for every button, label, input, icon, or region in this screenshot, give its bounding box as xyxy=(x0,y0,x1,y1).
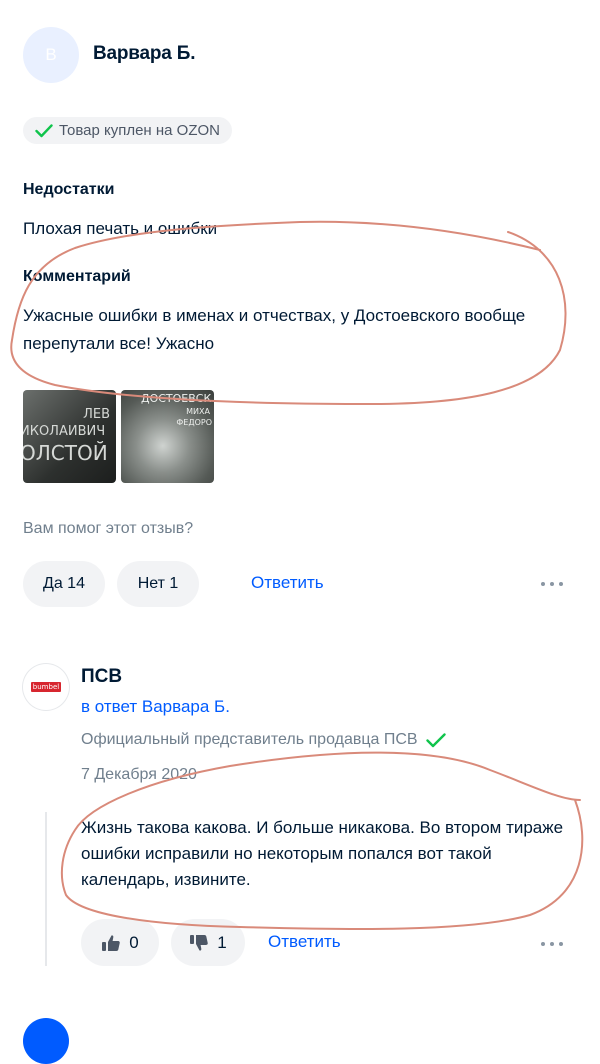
review-photo-1[interactable]: ЛЕВ ИКОЛАИВИЧ ОЛСТОЙ xyxy=(23,390,116,483)
helpful-question: Вам помог этот отзыв? xyxy=(23,520,194,537)
more-options-icon[interactable] xyxy=(541,582,563,586)
comment-text: Ужасные ошибки в именах и отчествах, у Д… xyxy=(23,306,526,353)
seller-name[interactable]: ПСВ xyxy=(81,666,122,688)
helpful-no-label: Нет 1 xyxy=(137,575,179,592)
thread-divider xyxy=(45,812,47,966)
photo-1-text-2: ИКОЛАИВИЧ xyxy=(23,424,106,439)
thumbs-up-icon xyxy=(102,934,121,951)
comment-title: Комментарий xyxy=(23,268,131,285)
badge-label: Товар куплен на OZON xyxy=(59,122,221,139)
reply-text: Жизнь такова какова. И больше никакова. … xyxy=(81,818,564,889)
dislike-count: 1 xyxy=(217,932,227,952)
seller-more-options-icon[interactable] xyxy=(541,942,563,946)
seller-reply-link[interactable]: Ответить xyxy=(268,932,341,952)
official-label: Официальный представитель продавца ПСВ xyxy=(81,731,418,748)
next-review-avatar xyxy=(23,1018,69,1064)
helpful-no-button[interactable]: Нет 1 xyxy=(117,561,199,607)
official-representative: Официальный представитель продавца ПСВ xyxy=(81,731,446,749)
photo-2-text-2: МИХА xyxy=(186,407,210,416)
like-count: 0 xyxy=(129,932,139,952)
photo-1-text-1: ЛЕВ xyxy=(83,407,110,422)
check-icon xyxy=(35,123,53,137)
helpful-yes-button[interactable]: Да 14 xyxy=(23,561,105,607)
helpful-yes-label: Да 14 xyxy=(43,575,85,592)
reviewer-avatar: B xyxy=(23,27,79,83)
thumbs-down-icon xyxy=(190,934,209,951)
photo-2-text-3: ФЕДОРО xyxy=(176,418,212,427)
seller-logo-text: bumbel xyxy=(30,682,62,692)
purchase-verified-badge: Товар куплен на OZON xyxy=(23,117,233,144)
reviewer-name[interactable]: Варвара Б. xyxy=(93,43,195,65)
cons-title: Недостатки xyxy=(23,181,115,198)
reply-link[interactable]: Ответить xyxy=(251,573,324,593)
photo-1-text-3: ОЛСТОЙ xyxy=(23,441,108,465)
like-button[interactable]: 0 xyxy=(81,919,159,966)
reply-to-link[interactable]: в ответ Варвара Б. xyxy=(81,697,230,717)
photo-2-text-1: ДОСТОЕВСК xyxy=(141,392,212,405)
verified-check-icon xyxy=(425,732,446,747)
seller-logo[interactable]: bumbel xyxy=(23,664,69,710)
reply-date: 7 Декабря 2020 xyxy=(81,766,197,783)
cons-text: Плохая печать и ошибки xyxy=(23,219,218,238)
dislike-button[interactable]: 1 xyxy=(171,919,245,966)
review-photo-2[interactable]: ДОСТОЕВСК МИХА ФЕДОРО xyxy=(121,390,214,483)
